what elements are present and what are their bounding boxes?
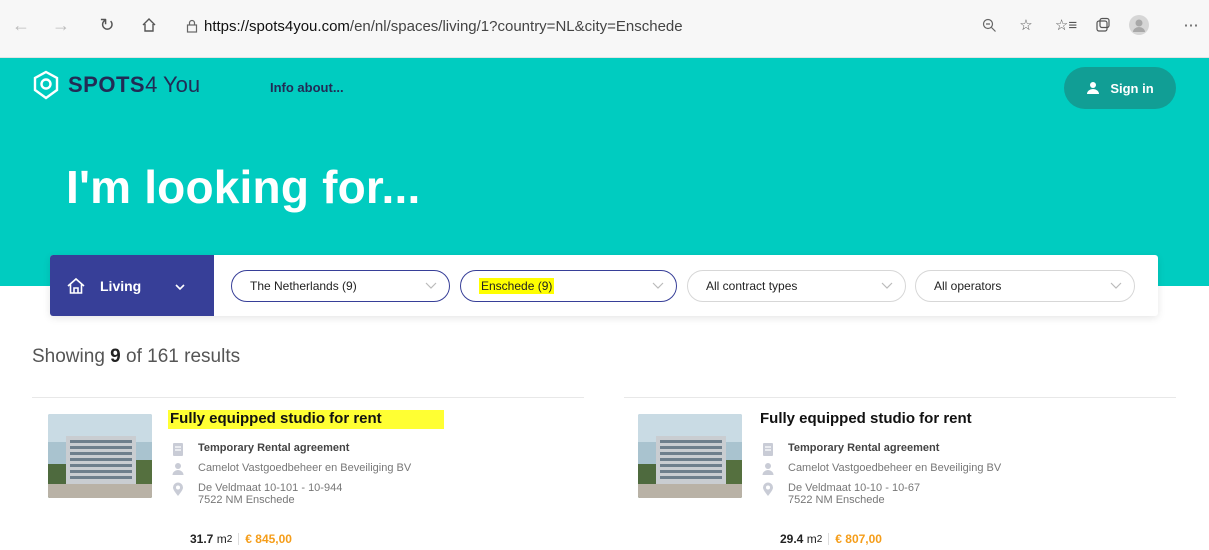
category-label: Living bbox=[100, 277, 142, 294]
filter-bar: Living The Netherlands (9) Enschede (9) … bbox=[50, 255, 1158, 316]
country-select[interactable]: The Netherlands (9) bbox=[231, 270, 450, 302]
user-icon bbox=[1087, 82, 1100, 94]
listing-area: 29.4 bbox=[780, 532, 804, 546]
listing-photo[interactable] bbox=[638, 414, 742, 498]
sign-in-label: Sign in bbox=[1110, 80, 1154, 96]
hero-title: I'm looking for... bbox=[66, 161, 421, 213]
chevron-down-icon bbox=[175, 278, 185, 294]
country-value: The Netherlands (9) bbox=[250, 279, 357, 293]
city-value: Enschede (9) bbox=[479, 278, 555, 294]
listing-title[interactable]: Fully equipped studio for rent bbox=[168, 410, 444, 429]
site-logo[interactable]: SPOTS4 You bbox=[32, 70, 200, 100]
more-menu-icon[interactable]: ⋯ bbox=[1178, 12, 1204, 38]
user-icon bbox=[170, 462, 186, 475]
user-icon bbox=[760, 462, 776, 475]
forward-icon[interactable]: → bbox=[48, 12, 74, 38]
address-line-2: 7522 NM Enschede bbox=[198, 494, 295, 506]
address-line-1: De Veldmaat 10-101 - 10-944 bbox=[198, 482, 343, 494]
add-favorite-icon[interactable]: ☆ bbox=[1013, 12, 1039, 38]
operator-value: All operators bbox=[934, 279, 1002, 293]
browser-toolbar: ← → ↻ https://spots4you.com/en/nl/spaces… bbox=[0, 0, 1209, 58]
back-icon[interactable]: ← bbox=[8, 12, 34, 38]
contract-type-value: All contract types bbox=[706, 279, 798, 293]
divider bbox=[32, 397, 584, 398]
document-icon bbox=[170, 442, 186, 457]
location-pin-icon bbox=[760, 482, 776, 497]
sign-in-button[interactable]: Sign in bbox=[1064, 67, 1176, 109]
operator-select[interactable]: All operators bbox=[915, 270, 1135, 302]
chevron-down-icon bbox=[881, 279, 893, 293]
agreement-type: Temporary Rental agreement bbox=[788, 442, 940, 454]
city-select[interactable]: Enschede (9) bbox=[460, 270, 677, 302]
address-line-2: 7522 NM Enschede bbox=[788, 494, 885, 506]
chevron-down-icon bbox=[1110, 279, 1122, 293]
divider bbox=[624, 397, 1176, 398]
address-bar[interactable]: https://spots4you.com/en/nl/spaces/livin… bbox=[180, 11, 1000, 41]
zoom-out-icon[interactable] bbox=[976, 12, 1002, 38]
listing-photo[interactable] bbox=[48, 414, 152, 498]
listing-price: € 845,00 bbox=[245, 532, 292, 546]
listing-area: 31.7 bbox=[190, 532, 214, 546]
favorites-icon[interactable]: ☆≡ bbox=[1053, 12, 1079, 38]
contract-type-select[interactable]: All contract types bbox=[687, 270, 906, 302]
operator-name: Camelot Vastgoedbeheer en Beveiliging BV bbox=[198, 462, 412, 474]
category-dropdown[interactable]: Living bbox=[50, 255, 214, 316]
profile-avatar[interactable] bbox=[1126, 12, 1152, 38]
reload-icon[interactable]: ↻ bbox=[94, 12, 120, 38]
home-icon[interactable] bbox=[136, 12, 162, 38]
address-line-1: De Veldmaat 10-10 - 10-67 bbox=[788, 482, 921, 494]
logo-wordmark-light: 4 You bbox=[145, 72, 201, 97]
results-count: Showing 9 of 161 results bbox=[32, 346, 241, 367]
url-text: https://spots4you.com/en/nl/spaces/livin… bbox=[204, 17, 683, 35]
operator-name: Camelot Vastgoedbeheer en Beveiliging BV bbox=[788, 462, 1002, 474]
listing-title[interactable]: Fully equipped studio for rent bbox=[760, 410, 972, 427]
listing-price: € 807,00 bbox=[835, 532, 882, 546]
chevron-down-icon bbox=[652, 279, 664, 293]
listing-price-row: 29.4 m2 € 807,00 bbox=[780, 532, 882, 546]
listing-card[interactable]: Fully equipped studio for rent Temporary… bbox=[638, 410, 1108, 550]
location-pin-icon bbox=[170, 482, 186, 497]
lock-icon bbox=[180, 19, 204, 33]
document-icon bbox=[760, 442, 776, 457]
agreement-type: Temporary Rental agreement bbox=[198, 442, 350, 454]
collections-icon[interactable] bbox=[1090, 12, 1116, 38]
house-icon bbox=[67, 277, 85, 294]
listing-price-row: 31.7 m2 € 845,00 bbox=[190, 532, 292, 546]
logo-wordmark-bold: SPOTS bbox=[68, 72, 146, 97]
logo-pin-icon bbox=[33, 70, 59, 100]
listing-card[interactable]: Fully equipped studio for rent Temporary… bbox=[48, 410, 518, 550]
chevron-down-icon bbox=[425, 279, 437, 293]
info-about-link[interactable]: Info about... bbox=[270, 80, 344, 95]
